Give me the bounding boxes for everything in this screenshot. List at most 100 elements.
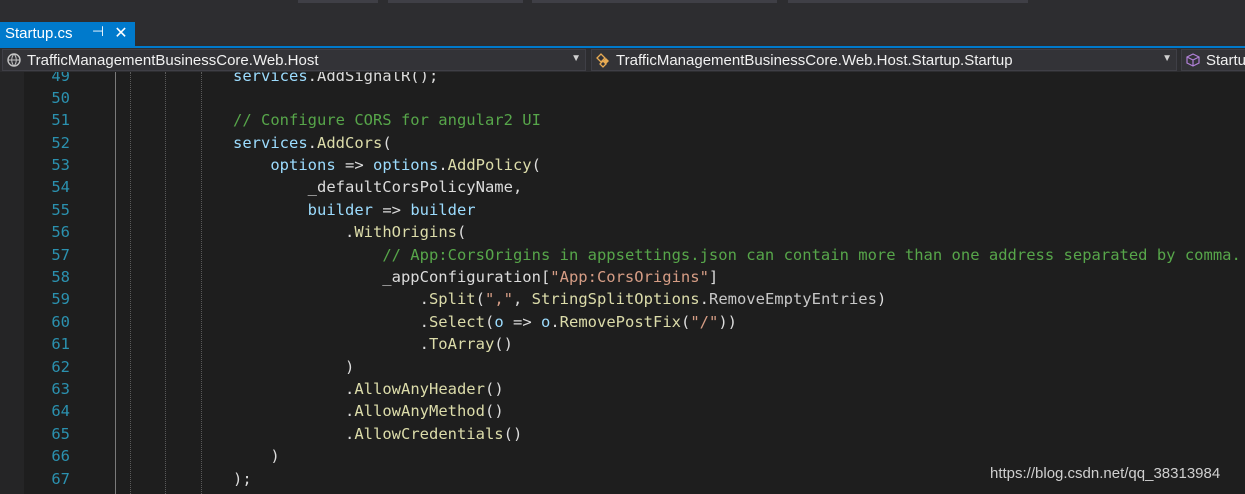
code-token: options [372, 156, 439, 175]
code-token: AllowAnyHeader [354, 379, 485, 398]
chevron-down-icon: ▼ [1162, 53, 1172, 64]
code-token: services [233, 72, 308, 85]
code-token: ] [708, 268, 719, 287]
code-token: () [503, 424, 523, 443]
code-token: AllowAnyMethod [354, 402, 485, 421]
code-token: // Configure CORS for angular2 UI [233, 111, 541, 130]
code-token: () [494, 335, 513, 354]
code-token: . [233, 223, 355, 242]
member-dropdown[interactable]: Startup [1181, 49, 1245, 71]
code-token: ) [876, 290, 887, 309]
line-number: 64 [51, 402, 70, 421]
code-text: .WithOrigins( [233, 221, 466, 243]
toolbar-fragment [532, 0, 777, 3]
code-token: ( [484, 312, 495, 331]
indent-guide [115, 72, 116, 494]
code-token: Split [428, 290, 476, 309]
navigation-bar: TrafficManagementBusinessCore.Web.Host ▼… [0, 48, 1245, 72]
indent-guide [130, 72, 131, 494]
project-dropdown[interactable]: TrafficManagementBusinessCore.Web.Host ▼ [2, 49, 586, 71]
code-text: _defaultCorsPolicyName, [233, 176, 523, 198]
project-dropdown-value: TrafficManagementBusinessCore.Web.Host [27, 52, 319, 69]
code-token: "/" [690, 312, 719, 331]
toolbar-fragment [298, 0, 378, 3]
code-token: . [550, 312, 560, 331]
code-text: services.AddSignalR(); [233, 72, 438, 87]
type-dropdown[interactable]: TrafficManagementBusinessCore.Web.Host.S… [591, 49, 1177, 71]
code-token: AddPolicy [447, 156, 532, 175]
indent-guide [165, 72, 166, 494]
code-token: // App:CorsOrigins in appsettings.json c… [382, 245, 1241, 264]
line-number: 63 [51, 379, 70, 398]
code-token: ) [233, 447, 280, 466]
code-text: _appConfiguration["App:CorsOrigins"] [233, 266, 718, 288]
line-number: 54 [51, 178, 70, 197]
indent-guide [201, 72, 202, 494]
line-number: 60 [51, 312, 70, 331]
line-number: 53 [51, 156, 70, 175]
close-icon[interactable]: ✕ [112, 23, 130, 43]
line-number: 67 [51, 469, 70, 488]
code-token: .AddSignalR(); [307, 72, 439, 85]
code-text: // Configure CORS for angular2 UI [233, 109, 541, 131]
code-token: => [335, 156, 373, 175]
toolbar-fragment [388, 0, 523, 3]
member-dropdown-value: Startup [1206, 52, 1245, 69]
code-token: StringSplitOptions [531, 290, 700, 309]
code-token: Select [428, 312, 485, 331]
code-token: o [494, 312, 504, 331]
code-token: "," [484, 290, 513, 309]
code-text: services.AddCors( [233, 132, 392, 154]
code-token: , [512, 290, 532, 309]
document-tab-strip: Startup.cs ⊣ ✕ [0, 0, 1245, 46]
code-token: options [270, 156, 336, 175]
code-text: .AllowAnyHeader() [233, 378, 504, 400]
line-number: 51 [51, 111, 70, 130]
line-number: 58 [51, 268, 70, 287]
code-token: ); [233, 469, 252, 488]
code-token: () [484, 402, 504, 421]
code-text: .ToArray() [233, 333, 513, 355]
code-token: . [233, 424, 355, 443]
code-token: )) [718, 312, 738, 331]
line-number: 57 [51, 245, 70, 264]
code-token: "App:CorsOrigins" [550, 268, 709, 287]
line-number: 49 [51, 72, 70, 85]
code-token: . [699, 290, 709, 309]
code-token: AddCors [317, 133, 383, 152]
class-icon [596, 53, 609, 68]
code-editor[interactable]: 49 services.AddSignalR(); 50 51 // Configure… [0, 72, 1245, 494]
line-number: 61 [51, 335, 70, 354]
line-number: 56 [51, 223, 70, 242]
code-token: ( [681, 312, 691, 331]
chevron-down-icon: ▼ [571, 53, 581, 64]
code-token: RemovePostFix [559, 312, 681, 331]
code-token: . [233, 312, 429, 331]
code-token: ( [382, 133, 392, 152]
watermark: https://blog.csdn.net/qq_38313984 [990, 465, 1221, 482]
code-token: . [233, 290, 429, 309]
code-text: ); [233, 468, 252, 490]
code-token: _appConfiguration[ [233, 268, 551, 287]
tab-startup-cs[interactable]: Startup.cs ⊣ ✕ [0, 22, 135, 46]
code-token: () [484, 379, 504, 398]
line-number: 62 [51, 357, 70, 376]
line-number: 59 [51, 290, 70, 309]
line-number: 50 [51, 88, 70, 107]
code-text: ) [233, 445, 280, 467]
code-text: .Select(o => o.RemovePostFix("/")) [233, 311, 737, 333]
code-token: AllowCredentials [354, 424, 504, 443]
line-number: 66 [51, 447, 70, 466]
code-token: ( [531, 156, 541, 175]
code-token: WithOrigins [354, 223, 457, 242]
toolbar-fragment [788, 0, 1028, 3]
code-token: builder [410, 200, 476, 219]
pin-icon[interactable]: ⊣ [90, 23, 106, 43]
code-token: ( [456, 223, 467, 242]
code-token: => [503, 312, 541, 331]
code-text: // App:CorsOrigins in appsettings.json c… [233, 244, 1241, 266]
code-token: . [233, 379, 355, 398]
code-text: builder => builder [233, 199, 476, 221]
